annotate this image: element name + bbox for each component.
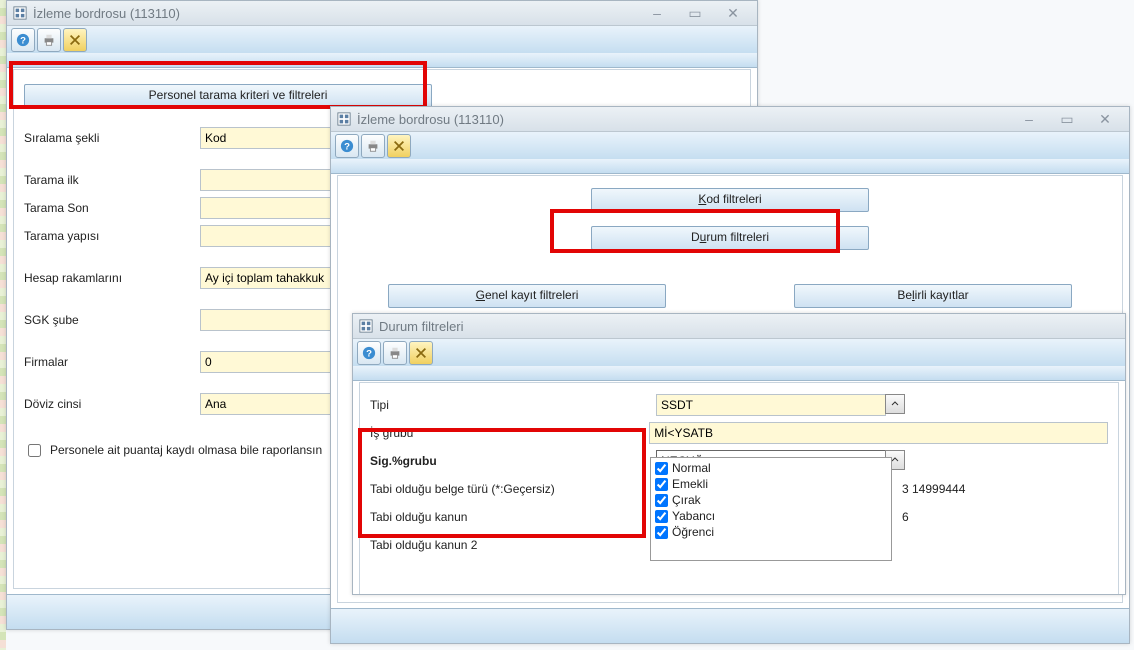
label-sig-grubu: Sig.%grubu [370,454,650,468]
band [331,159,1129,174]
titlebar[interactable]: Durum filtreleri [353,314,1125,339]
titlebar[interactable]: İzleme bordrosu (113110) – ▭ ✕ [7,1,757,26]
help-icon[interactable]: ? [11,28,35,52]
print-icon[interactable] [361,134,385,158]
label-tipi: Tipi [370,398,650,412]
input-is-grubu[interactable] [649,422,1108,444]
close-button[interactable]: ✕ [715,4,751,22]
band [353,366,1125,381]
toolbar: ? [7,26,757,55]
tools-icon[interactable] [409,341,433,365]
window-title: Durum filtreleri [379,319,1119,334]
label-siralama: Sıralama şekli [24,131,194,145]
sig-grubu-dropdown[interactable]: Normal Emekli Çırak Yabancı Öğrenci [650,457,892,561]
value-tabi-belge-extra-b: 6 [902,510,909,524]
toolbar: ? [353,339,1125,368]
maximize-button[interactable]: ▭ [1049,110,1085,128]
input-tipi[interactable] [656,394,886,416]
genel-kayit-button[interactable]: Genel kayıt filtreleri [388,284,666,308]
window-icon [359,319,373,333]
value-tabi-belge-extra-a: 3 14999444 [902,482,965,496]
help-icon[interactable]: ? [357,341,381,365]
label-puantaj: Personele ait puantaj kaydı olmasa bile … [50,443,322,457]
label-tabi-kanun2: Tabi olduğu kanun 2 [370,538,650,552]
label-tarama-ilk: Tarama ilk [24,173,194,187]
tools-icon[interactable] [387,134,411,158]
label-tabi-kanun: Tabi olduğu kanun [370,510,650,524]
label-doviz: Döviz cinsi [24,397,194,411]
durum-body: Tipi İş grubu Sig.%grubu Tabi olduğu bel… [359,382,1119,594]
titlebar[interactable]: İzleme bordrosu (113110) – ▭ ✕ [331,107,1129,132]
checkbox-puantaj[interactable] [28,444,41,457]
option-ogrenci[interactable]: Öğrenci [655,524,887,540]
minimize-button[interactable]: – [1011,110,1047,128]
personel-kriter-button[interactable]: Personel tarama kriteri ve filtreleri [24,84,432,108]
option-yabanci[interactable]: Yabancı [655,508,887,524]
print-icon[interactable] [383,341,407,365]
option-emekli[interactable]: Emekli [655,476,887,492]
window-icon [337,112,351,126]
maximize-button[interactable]: ▭ [677,4,713,22]
band [7,53,757,68]
close-button[interactable]: ✕ [1087,110,1123,128]
minimize-button[interactable]: – [639,4,675,22]
window-title: İzleme bordrosu (113110) [357,112,1011,127]
label-tabi-belge: Tabi olduğu belge türü (*:Geçersiz) [370,482,650,496]
window-controls: – ▭ ✕ [1011,110,1123,128]
label-firmalar: Firmalar [24,355,194,369]
dropdown-icon[interactable] [885,394,905,414]
svg-text:?: ? [344,142,350,153]
label-is-grubu: İş grubu [370,426,643,440]
svg-text:?: ? [20,36,26,47]
durum-filtreleri-button[interactable]: Durum filtreleri [591,226,869,250]
toolbar: ? [331,132,1129,161]
label-tarama-son: Tarama Son [24,201,194,215]
window-title: İzleme bordrosu (113110) [33,6,639,21]
label-sgk-sube: SGK şube [24,313,194,327]
window-icon [13,6,27,20]
help-icon[interactable]: ? [335,134,359,158]
window-controls: – ▭ ✕ [639,4,751,22]
tools-icon[interactable] [63,28,87,52]
statusbar [331,608,1129,643]
label-tarama-yapisi: Tarama yapısı [24,229,194,243]
belirli-kayitlar-button[interactable]: Belirli kayıtlar [794,284,1072,308]
option-normal[interactable]: Normal [655,460,887,476]
svg-text:?: ? [366,349,372,360]
label-hesap-rakam: Hesap rakamlarını [24,271,194,285]
kod-filtreleri-button[interactable]: KKod filtreleriod filtreleri [591,188,869,212]
print-icon[interactable] [37,28,61,52]
option-cirak[interactable]: Çırak [655,492,887,508]
window-durum-filtreleri: Durum filtreleri ? Tipi İş grubu Sig.%gr… [352,313,1126,595]
